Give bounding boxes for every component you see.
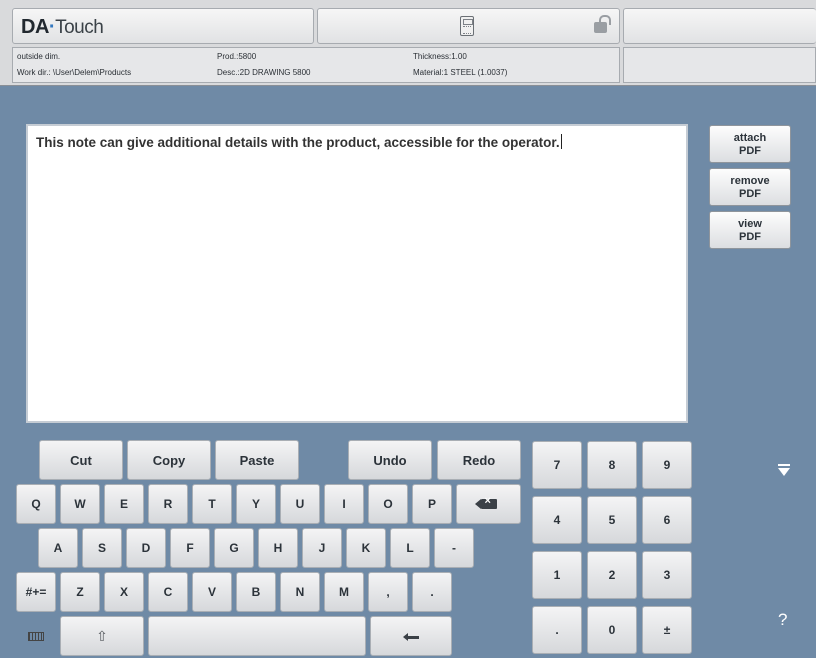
workdir-label: Work dir.: \User\Delem\Products	[17, 68, 132, 77]
cut-key[interactable]: Cut	[39, 440, 123, 480]
key-p[interactable]: P	[412, 484, 452, 524]
symbols-key[interactable]: #+=	[16, 572, 56, 612]
thickness-label: Thickness:1.00	[413, 52, 467, 61]
num-6[interactable]: 6	[642, 496, 692, 544]
redo-key[interactable]: Redo	[437, 440, 521, 480]
key-a[interactable]: A	[38, 528, 78, 568]
num-9[interactable]: 9	[642, 441, 692, 489]
key-r[interactable]: R	[148, 484, 188, 524]
key-w[interactable]: W	[60, 484, 100, 524]
key-dash[interactable]: -	[434, 528, 474, 568]
num-5[interactable]: 5	[587, 496, 637, 544]
logo-sub: Touch	[55, 17, 104, 38]
note-text: This note can give additional details wi…	[36, 134, 562, 150]
num-7[interactable]: 7	[532, 441, 582, 489]
view-pdf-button[interactable]: view PDF	[709, 211, 791, 249]
key-e[interactable]: E	[104, 484, 144, 524]
key-z[interactable]: Z	[60, 572, 100, 612]
key-u[interactable]: U	[280, 484, 320, 524]
backspace-key[interactable]	[456, 484, 521, 524]
arrow-down-icon[interactable]	[778, 464, 790, 476]
key-period[interactable]: .	[412, 572, 452, 612]
num-0[interactable]: 0	[587, 606, 637, 654]
product-label: Prod.:5800	[217, 52, 257, 61]
key-v[interactable]: V	[192, 572, 232, 612]
key-o[interactable]: O	[368, 484, 408, 524]
paste-key[interactable]: Paste	[215, 440, 299, 480]
status-center-panel	[317, 8, 620, 44]
app-logo: DA·Touch	[12, 8, 314, 44]
num-3[interactable]: 3	[642, 551, 692, 599]
key-s[interactable]: S	[82, 528, 122, 568]
key-b[interactable]: B	[236, 572, 276, 612]
num-1[interactable]: 1	[532, 551, 582, 599]
key-d[interactable]: D	[126, 528, 166, 568]
product-info-panel: outside dim. Work dir.: \User\Delem\Prod…	[12, 47, 620, 83]
top-bar: DA·Touch	[12, 8, 816, 44]
shift-icon: ⇧	[96, 627, 108, 644]
remove-pdf-label-2: PDF	[739, 188, 761, 200]
key-n[interactable]: N	[280, 572, 320, 612]
view-pdf-label-1: view	[738, 218, 762, 230]
logo-main: DA	[21, 16, 49, 38]
key-q[interactable]: Q	[16, 484, 56, 524]
enter-icon	[403, 632, 419, 641]
key-m[interactable]: M	[324, 572, 364, 612]
note-text-content: This note can give additional details wi…	[36, 135, 560, 150]
num-plus-minus[interactable]: ±	[642, 606, 692, 654]
remove-pdf-label-1: remove	[730, 175, 770, 187]
keyboard-toggle-key[interactable]	[16, 616, 56, 656]
calculator-icon[interactable]	[460, 16, 474, 36]
key-t[interactable]: T	[192, 484, 232, 524]
product-info-bar: outside dim. Work dir.: \User\Delem\Prod…	[12, 47, 816, 83]
info-side-panel	[623, 47, 816, 83]
key-comma[interactable]: ,	[368, 572, 408, 612]
num-4[interactable]: 4	[532, 496, 582, 544]
keyboard-icon	[28, 631, 44, 641]
key-l[interactable]: L	[390, 528, 430, 568]
help-button[interactable]: ?	[778, 610, 787, 630]
attach-pdf-button[interactable]: attach PDF	[709, 125, 791, 163]
remove-pdf-button[interactable]: remove PDF	[709, 168, 791, 206]
backspace-icon	[474, 495, 497, 509]
attach-pdf-label-2: PDF	[739, 145, 761, 157]
undo-key[interactable]: Undo	[348, 440, 432, 480]
copy-key[interactable]: Copy	[127, 440, 211, 480]
num-8[interactable]: 8	[587, 441, 637, 489]
note-textarea[interactable]: This note can give additional details wi…	[26, 124, 688, 423]
logo-text: DA·Touch	[21, 16, 104, 39]
key-g[interactable]: G	[214, 528, 254, 568]
key-h[interactable]: H	[258, 528, 298, 568]
enter-key[interactable]	[370, 616, 452, 656]
key-f[interactable]: F	[170, 528, 210, 568]
description-label: Desc.:2D DRAWING 5800	[217, 68, 311, 77]
mode-label: outside dim.	[17, 52, 61, 61]
text-caret	[560, 134, 562, 149]
attach-pdf-label-1: attach	[733, 132, 767, 144]
key-j[interactable]: J	[302, 528, 342, 568]
view-pdf-label-2: PDF	[739, 231, 761, 243]
header-bar: DA·Touch outside dim. Work dir.: \User\D…	[0, 0, 816, 86]
status-right-panel	[623, 8, 816, 44]
space-key[interactable]	[148, 616, 366, 656]
key-x[interactable]: X	[104, 572, 144, 612]
unlock-icon[interactable]	[594, 15, 611, 33]
key-i[interactable]: I	[324, 484, 364, 524]
num-2[interactable]: 2	[587, 551, 637, 599]
key-c[interactable]: C	[148, 572, 188, 612]
key-k[interactable]: K	[346, 528, 386, 568]
key-y[interactable]: Y	[236, 484, 276, 524]
material-label: Material:1 STEEL (1.0037)	[413, 68, 508, 77]
num-decimal[interactable]: .	[532, 606, 582, 654]
shift-key[interactable]: ⇧	[60, 616, 144, 656]
